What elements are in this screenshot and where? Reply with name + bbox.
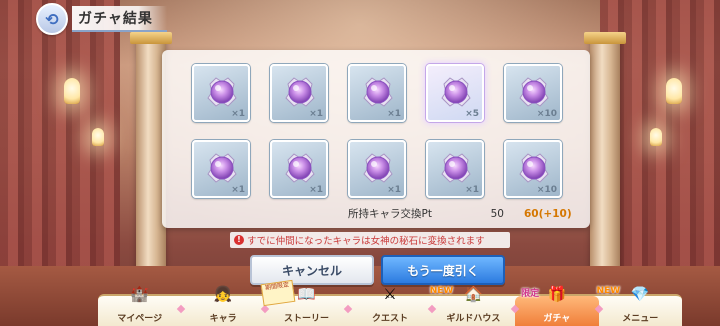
item-quantity: ×1 [231,109,245,119]
nav-label: ガチャ [543,314,571,324]
crystal-icon: 💎 [630,285,650,303]
nav-label: マイページ [117,314,163,324]
result-item[interactable]: ×5 [426,64,484,122]
result-item[interactable]: ×1 [192,64,250,122]
wall-lamp-left-small [92,128,104,146]
item-quantity: ×1 [387,185,401,195]
notice-text: すでに仲間になったキャラは女神の秘石に変換されます [247,236,485,247]
nav-item[interactable]: 🏰 マイページ [98,285,186,326]
nav-label: メニュー [622,314,659,324]
house-icon: 🏠 [464,285,483,303]
nav-label: クエスト [371,314,408,324]
result-item[interactable]: ×10 [504,140,562,198]
limited-time-promo-badge: 期間限定 [260,279,296,307]
nav-item[interactable]: 💎 NEW メニュー [597,285,682,326]
nav-item[interactable]: 👧 キャラ [181,285,270,326]
wall-lamp-right [666,78,682,104]
princess-orb-icon [441,153,471,183]
princess-orb-icon [519,77,549,107]
item-quantity: ×5 [465,109,479,119]
nav-item[interactable]: ⚔ クエスト [348,285,436,326]
limited-badge: 限定 [521,289,540,299]
draw-again-button[interactable]: もう一度引く [381,255,505,285]
result-item[interactable]: ×1 [192,140,250,198]
book-icon: 📖 [297,285,316,303]
castle-icon: 🏰 [130,285,150,303]
results-grid: ×1 ×1 ×1 ×5 ×10 ×1 ×1 ×1 ×1 ×10 [192,64,562,198]
header: ⟲ ガチャ結果 [36,3,167,35]
item-quantity: ×1 [465,185,479,195]
pillar-right [584,32,626,296]
princess-orb-icon [441,77,471,107]
item-quantity: ×1 [309,185,323,195]
result-item[interactable]: ×10 [504,64,562,122]
points-new-value: 60(+10) [524,207,572,220]
points-value: 50 [490,207,504,220]
nav-item[interactable]: 🏠 NEW ギルドハウス [430,285,520,326]
wall-lamp-left [64,78,80,104]
princess-orb-icon [285,77,315,107]
princess-orb-icon [519,153,549,183]
princess-orb-icon [285,153,315,183]
nav-label: ストーリー [284,314,330,324]
item-quantity: ×10 [536,185,557,195]
item-quantity: ×10 [536,109,557,119]
bottom-navbar: 🏰 マイページ 👧 キャラ 📖 ストーリー ⚔ クエスト 🏠 NEW ギルドハウス 🎁 限定ガチャ 💎 NE… [98,285,682,326]
new-badge: NEW [596,286,621,296]
points-label: 所持キャラ交換Pt [348,208,432,220]
princess-orb-icon [207,77,237,107]
result-item[interactable]: ×1 [270,64,328,122]
result-item[interactable]: ×1 [348,64,406,122]
back-button[interactable]: ⟲ [36,3,68,35]
wall-lamp-right-small [650,128,662,146]
gacha-icon: 🎁 [547,285,567,303]
conversion-notice: ! すでに仲間になったキャラは女神の秘石に変換されます [230,232,510,248]
page-title: ガチャ結果 [72,6,167,32]
results-panel: ×1 ×1 ×1 ×5 ×10 ×1 ×1 ×1 ×1 ×10 所持キャラ交換Pt 50 60(+… [162,50,590,228]
result-item[interactable]: ×1 [426,140,484,198]
princess-orb-icon [363,77,393,107]
item-quantity: ×1 [387,109,401,119]
points-row: 所持キャラ交換Pt 50 60(+10) [348,206,572,221]
result-item[interactable]: ×1 [348,140,406,198]
warning-icon: ! [234,235,244,245]
character-icon: 👧 [213,285,233,303]
item-quantity: ×1 [309,109,323,119]
new-badge: NEW [429,286,454,296]
result-item[interactable]: ×1 [270,140,328,198]
nav-item[interactable]: 🎁 限定ガチャ [515,285,603,326]
back-arrow-icon: ⟲ [45,9,59,29]
item-quantity: ×1 [231,185,245,195]
nav-label: キャラ [209,314,237,324]
princess-orb-icon [207,153,237,183]
cancel-button[interactable]: キャンセル [250,255,374,285]
sword-icon: ⚔ [383,285,397,303]
princess-orb-icon [363,153,393,183]
nav-label: ギルドハウス [446,314,501,324]
